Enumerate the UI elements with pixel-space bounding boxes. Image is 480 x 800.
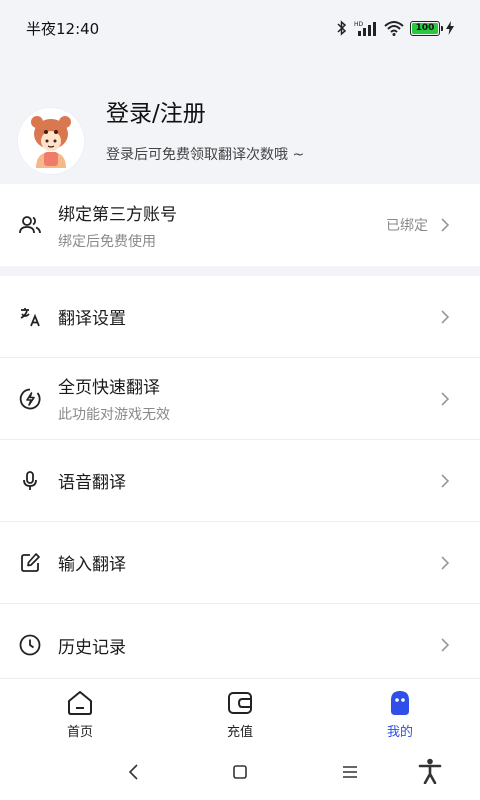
menu-item-label: 历史记录 [58,637,126,658]
chevron-right-icon [441,638,450,652]
bear-avatar-icon [18,108,84,174]
accessibility-icon[interactable] [418,758,442,784]
menu-item-fullpage-translate[interactable]: 全页快速翻译 此功能对游戏无效 [0,358,480,440]
users-icon [19,216,41,234]
avatar[interactable] [18,108,84,174]
status-time: 半夜12:40 [26,19,100,38]
signal-icon: HD [354,21,376,36]
menu-item-voice-translate[interactable]: 语音翻译 [0,440,480,522]
login-register-title[interactable]: 登录/注册 [106,94,206,128]
translate-icon [20,307,40,326]
system-nav-bar [0,744,480,800]
home-nav-icon[interactable] [230,762,250,782]
user-icon [391,691,409,715]
menu-item-label: 语音翻译 [58,473,126,493]
svg-text:HD: HD [354,21,364,28]
status-icons: HD 100 [336,20,454,36]
profile-header[interactable]: 登录/注册 登录后可免费领取翻译次数哦 ~ [0,56,480,184]
edit-icon [21,552,40,572]
microphone-icon [23,470,37,490]
bind-account-title: 绑定第三方账号 [58,204,177,225]
clock-icon [19,634,41,656]
tab-mine[interactable]: 我的 [320,679,480,744]
lightning-circle-icon [19,388,41,409]
login-subtitle: 登录后可免费领取翻译次数哦 ~ [106,147,305,163]
battery-icon: 100 [410,20,443,36]
menu-item-label: 翻译设置 [58,309,126,329]
chevron-right-icon [441,391,450,406]
bind-account-subtitle: 绑定后免费使用 [58,233,156,250]
chevron-right-icon [441,309,450,324]
back-icon[interactable] [124,762,144,782]
menu-item-label: 输入翻译 [58,555,126,575]
tab-recharge-label: 充值 [226,725,253,740]
menu-item-input-translate[interactable]: 输入翻译 [0,522,480,604]
tab-recharge[interactable]: 充值 [160,679,320,744]
menu-card: 翻译设置 全页快速翻译 此功能对游戏无效 语音翻译 输入翻译 历史记录 [0,276,480,686]
menu-item-label: 全页快速翻译 [58,378,160,398]
tab-home[interactable]: 首页 [0,679,160,744]
bind-status: 已绑定 [386,218,428,234]
chevron-right-icon [441,473,450,488]
menu-icon[interactable] [340,762,360,782]
bind-account-row[interactable]: 绑定第三方账号 绑定后免费使用 已绑定 [0,184,480,266]
chevron-right-icon [441,555,450,570]
tab-home-label: 首页 [66,725,93,740]
status-bar: 半夜12:40 HD 100 [0,0,480,56]
menu-item-translate-settings[interactable]: 翻译设置 [0,276,480,358]
menu-item-history[interactable]: 历史记录 [0,604,480,686]
bind-account-card: 绑定第三方账号 绑定后免费使用 已绑定 [0,184,480,266]
menu-item-subtitle: 此功能对游戏无效 [58,407,170,423]
chevron-right-icon [441,218,450,232]
battery-level: 100 [412,22,438,34]
bottom-tab-bar: 首页 充值 我的 [0,678,480,744]
charging-icon [446,21,454,35]
bluetooth-icon [337,20,347,36]
home-icon [68,691,92,715]
wallet-icon [228,692,252,714]
wifi-icon [384,21,404,36]
tab-mine-label: 我的 [386,725,413,740]
